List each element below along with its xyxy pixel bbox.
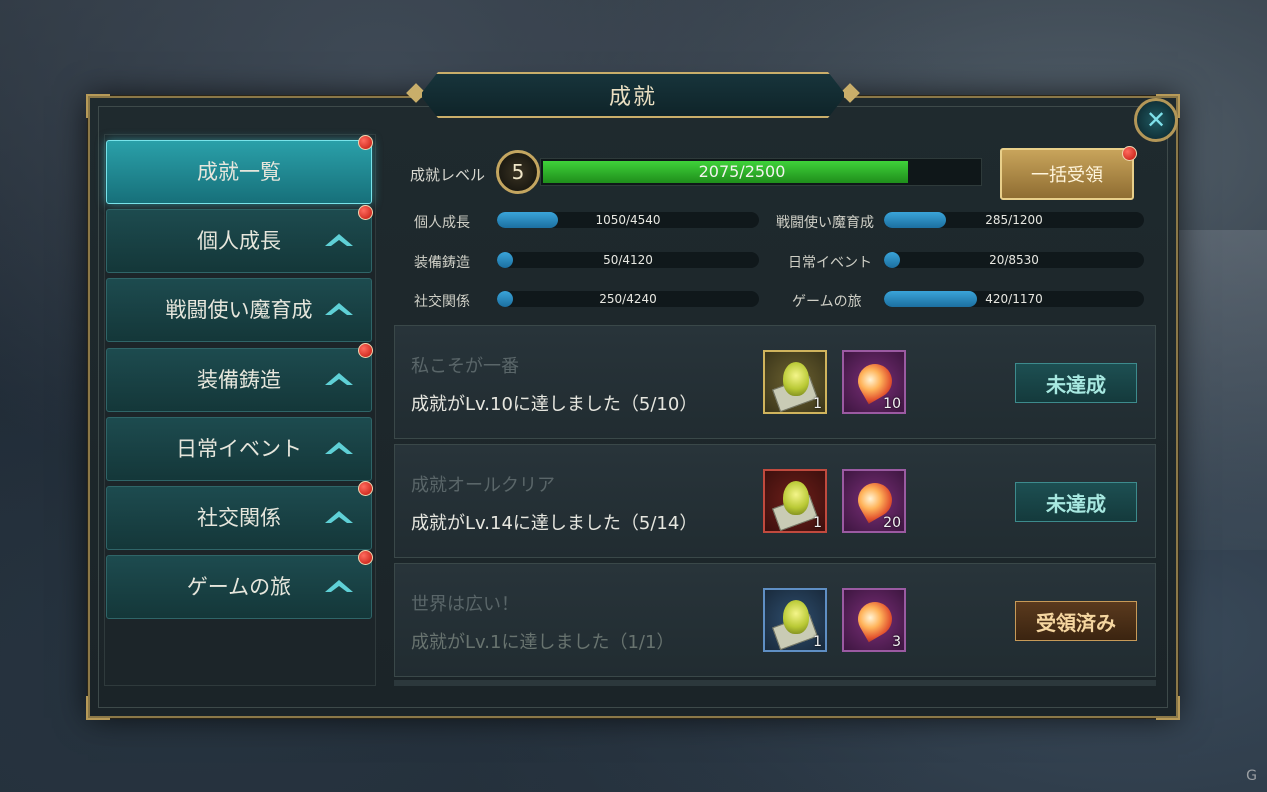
achievement-description: 成就がLv.14に達しました（5/14）	[411, 513, 698, 534]
level-value: 5	[511, 160, 525, 184]
reward-quantity: 20	[883, 515, 901, 531]
sidebar-item-label: ゲームの旅	[186, 575, 292, 599]
window-title-plate: 成就	[420, 72, 846, 118]
window-title: 成就	[608, 85, 657, 110]
status-badge: 未達成	[1015, 482, 1137, 522]
sidebar-item-achievement-list[interactable]: 成就一覧	[106, 140, 372, 204]
reward-quantity: 10	[883, 396, 901, 412]
sidebar-item-daily-events[interactable]: 日常イベント	[106, 417, 372, 481]
frame-corner	[1156, 696, 1180, 720]
achievement-description: 成就がLv.1に達しました（1/1）	[411, 632, 675, 653]
reward-quantity: 1	[813, 515, 822, 531]
claim-all-button[interactable]: 一括受領	[1000, 148, 1134, 200]
stat-label: 社交関係	[414, 294, 470, 310]
orb-icon	[783, 600, 809, 634]
sidebar-item-label: 日常イベント	[176, 437, 302, 461]
achievement-level-label: 成就レベル	[410, 166, 486, 184]
achievement-title: 私こそが一番	[411, 356, 519, 377]
stat-label: 装備鋳造	[414, 255, 470, 271]
frame-corner	[86, 696, 110, 720]
chevron-up-icon	[325, 234, 353, 246]
reward-item[interactable]: 20	[842, 469, 906, 533]
orb-icon	[783, 362, 809, 396]
reward-item[interactable]: 1	[763, 469, 827, 533]
level-progress-text: 2075/2500	[698, 162, 786, 181]
notification-dot	[1122, 146, 1137, 161]
notification-dot	[358, 481, 373, 496]
list-scroll-edge	[394, 680, 1156, 686]
orb-icon	[783, 481, 809, 515]
reward-quantity: 3	[892, 634, 901, 650]
sidebar-item-personal-growth[interactable]: 個人成長	[106, 209, 372, 273]
notification-dot	[358, 343, 373, 358]
sidebar-item-game-journey[interactable]: ゲームの旅	[106, 555, 372, 619]
achievement-row: 成就オールクリア 成就がLv.14に達しました（5/14） 1 20 未達成	[394, 444, 1156, 558]
status-badge: 未達成	[1015, 363, 1137, 403]
close-icon: ✕	[1145, 106, 1167, 134]
reward-item[interactable]: 10	[842, 350, 906, 414]
sidebar-item-familiar-training[interactable]: 戦闘使い魔育成	[106, 278, 372, 342]
site-watermark: G	[1246, 768, 1257, 784]
sidebar-item-label: 戦闘使い魔育成	[165, 298, 313, 322]
chevron-up-icon	[325, 373, 353, 385]
stat-value: 420/1170	[985, 292, 1043, 306]
reward-item[interactable]: 1	[763, 350, 827, 414]
stat-label: 個人成長	[414, 215, 470, 231]
chevron-up-icon	[325, 580, 353, 592]
sidebar-item-label: 個人成長	[197, 229, 281, 253]
stat-label: ゲームの旅	[792, 294, 862, 310]
status-label: 未達成	[1046, 491, 1106, 516]
stat-value: 20/8530	[989, 253, 1039, 267]
stat-label: 日常イベント	[788, 255, 872, 271]
status-label: 受領済み	[1036, 610, 1116, 635]
achievement-row: 私こそが一番 成就がLv.10に達しました（5/10） 1 10 未達成	[394, 325, 1156, 439]
stat-value: 1050/4540	[595, 213, 661, 227]
stat-value: 285/1200	[985, 213, 1043, 227]
chevron-up-icon	[325, 511, 353, 523]
achievement-title: 世界は広い！	[411, 594, 519, 615]
sidebar-item-label: 装備鋳造	[197, 368, 281, 392]
reward-quantity: 1	[813, 396, 822, 412]
status-badge: 受領済み	[1015, 601, 1137, 641]
notification-dot	[358, 550, 373, 565]
notification-dot	[358, 135, 373, 150]
notification-dot	[358, 205, 373, 220]
stat-value: 50/4120	[603, 253, 653, 267]
stat-value: 250/4240	[599, 292, 657, 306]
level-badge: 5	[496, 150, 540, 194]
sidebar-item-label: 社交関係	[197, 506, 281, 530]
sidebar-item-social[interactable]: 社交関係	[106, 486, 372, 550]
achievement-title: 成就オールクリア	[411, 475, 555, 496]
sidebar-item-label: 成就一覧	[197, 160, 281, 184]
achievement-description: 成就がLv.10に達しました（5/10）	[411, 394, 698, 415]
reward-item[interactable]: 3	[842, 588, 906, 652]
frame-corner	[86, 94, 110, 118]
status-label: 未達成	[1046, 372, 1106, 397]
close-button[interactable]: ✕	[1134, 98, 1178, 142]
reward-item[interactable]: 1	[763, 588, 827, 652]
chevron-up-icon	[325, 442, 353, 454]
chevron-up-icon	[325, 303, 353, 315]
stat-label: 戦闘使い魔育成	[776, 215, 874, 231]
reward-quantity: 1	[813, 634, 822, 650]
claim-all-label: 一括受領	[1031, 165, 1103, 186]
achievement-row: 世界は広い！ 成就がLv.1に達しました（1/1） 1 3 受領済み	[394, 563, 1156, 677]
sidebar-item-equipment-forging[interactable]: 装備鋳造	[106, 348, 372, 412]
